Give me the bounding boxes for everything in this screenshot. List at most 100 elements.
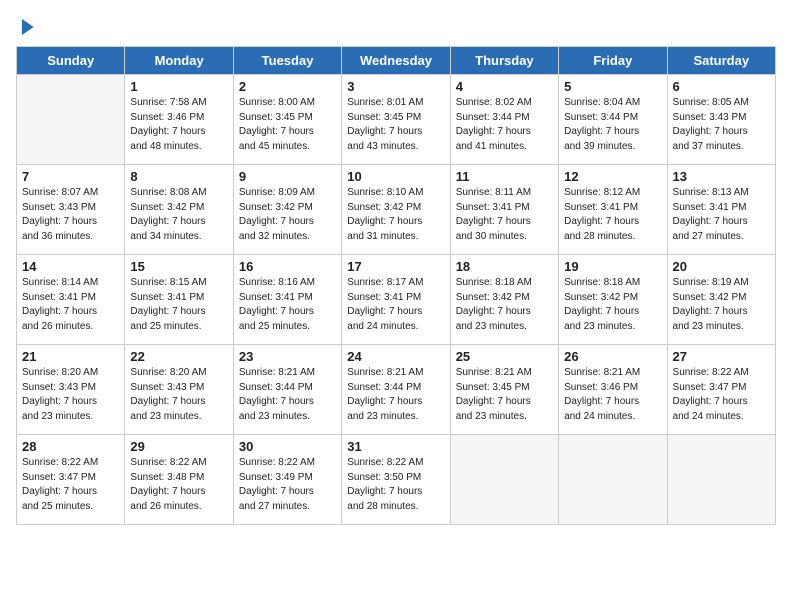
day-cell: 15Sunrise: 8:15 AM Sunset: 3:41 PM Dayli… bbox=[125, 255, 233, 345]
day-cell: 18Sunrise: 8:18 AM Sunset: 3:42 PM Dayli… bbox=[450, 255, 558, 345]
day-cell bbox=[559, 435, 667, 525]
day-number: 5 bbox=[564, 79, 661, 94]
day-number: 4 bbox=[456, 79, 553, 94]
day-info: Sunrise: 8:11 AM Sunset: 3:41 PM Dayligh… bbox=[456, 186, 553, 244]
day-number: 11 bbox=[456, 169, 553, 184]
day-header-tuesday: Tuesday bbox=[233, 47, 341, 75]
day-cell: 30 Sunrise: 8:22 AM Sunset: 3:49 PM Dayli… bbox=[233, 435, 341, 525]
week-row-4: 21Sunrise: 8:20 AM Sunset: 3:43 PM Dayli… bbox=[17, 345, 776, 435]
day-header-thursday: Thursday bbox=[450, 47, 558, 75]
day-cell: 23 Sunrise: 8:21 AM Sunset: 3:44 PM Dayli… bbox=[233, 345, 341, 435]
day-cell: 10 Sunrise: 8:10 AM Sunset: 3:42 PM Dayli… bbox=[342, 165, 450, 255]
day-cell: 22 Sunrise: 8:20 AM Sunset: 3:43 PM Dayli… bbox=[125, 345, 233, 435]
day-cell: 27 Sunrise: 8:22 AM Sunset: 3:47 PM Dayli… bbox=[667, 345, 775, 435]
week-row-1: 1 Sunrise: 7:58 AM Sunset: 3:46 PM Daylig… bbox=[17, 75, 776, 165]
day-info: Sunrise: 8:08 AM Sunset: 3:42 PM Dayligh… bbox=[130, 186, 227, 244]
day-info: Sunrise: 8:20 AM Sunset: 3:43 PM Dayligh… bbox=[130, 366, 227, 424]
day-number: 12 bbox=[564, 169, 661, 184]
day-info: Sunrise: 8:12 AM Sunset: 3:41 PM Dayligh… bbox=[564, 186, 661, 244]
day-info: Sunrise: 8:21 AM Sunset: 3:46 PM Dayligh… bbox=[564, 366, 661, 424]
day-info: Sunrise: 8:18 AM Sunset: 3:42 PM Dayligh… bbox=[564, 276, 661, 334]
day-info: Sunrise: 8:01 AM Sunset: 3:45 PM Dayligh… bbox=[347, 96, 444, 154]
day-cell: 1 Sunrise: 7:58 AM Sunset: 3:46 PM Daylig… bbox=[125, 75, 233, 165]
day-number: 10 bbox=[347, 169, 444, 184]
day-info: Sunrise: 8:02 AM Sunset: 3:44 PM Dayligh… bbox=[456, 96, 553, 154]
day-info: Sunrise: 8:09 AM Sunset: 3:42 PM Dayligh… bbox=[239, 186, 336, 244]
day-cell: 3 Sunrise: 8:01 AM Sunset: 3:45 PM Daylig… bbox=[342, 75, 450, 165]
day-info: Sunrise: 8:21 AM Sunset: 3:44 PM Dayligh… bbox=[239, 366, 336, 424]
day-info: Sunrise: 8:22 AM Sunset: 3:49 PM Dayligh… bbox=[239, 456, 336, 514]
day-cell: 14 Sunrise: 8:14 AM Sunset: 3:41 PM Dayli… bbox=[17, 255, 125, 345]
day-info: Sunrise: 8:22 AM Sunset: 3:50 PM Dayligh… bbox=[347, 456, 444, 514]
day-info: Sunrise: 8:17 AM Sunset: 3:41 PM Dayligh… bbox=[347, 276, 444, 334]
day-cell: 11 Sunrise: 8:11 AM Sunset: 3:41 PM Dayli… bbox=[450, 165, 558, 255]
week-row-5: 28 Sunrise: 8:22 AM Sunset: 3:47 PM Dayli… bbox=[17, 435, 776, 525]
day-cell: 17 Sunrise: 8:17 AM Sunset: 3:41 PM Dayli… bbox=[342, 255, 450, 345]
day-header-sunday: Sunday bbox=[17, 47, 125, 75]
day-cell: 20 Sunrise: 8:19 AM Sunset: 3:42 PM Dayli… bbox=[667, 255, 775, 345]
day-info: Sunrise: 8:21 AM Sunset: 3:44 PM Dayligh… bbox=[347, 366, 444, 424]
day-header-monday: Monday bbox=[125, 47, 233, 75]
calendar-body: 1 Sunrise: 7:58 AM Sunset: 3:46 PM Daylig… bbox=[17, 75, 776, 525]
day-info: Sunrise: 8:19 AM Sunset: 3:42 PM Dayligh… bbox=[673, 276, 770, 334]
day-number: 30 bbox=[239, 439, 336, 454]
day-cell: 13 Sunrise: 8:13 AM Sunset: 3:41 PM Dayli… bbox=[667, 165, 775, 255]
day-number: 29 bbox=[130, 439, 227, 454]
day-cell: 8Sunrise: 8:08 AM Sunset: 3:42 PM Daylig… bbox=[125, 165, 233, 255]
day-cell: 28 Sunrise: 8:22 AM Sunset: 3:47 PM Dayli… bbox=[17, 435, 125, 525]
day-info: Sunrise: 8:13 AM Sunset: 3:41 PM Dayligh… bbox=[673, 186, 770, 244]
week-row-2: 7 Sunrise: 8:07 AM Sunset: 3:43 PM Daylig… bbox=[17, 165, 776, 255]
day-number: 7 bbox=[22, 169, 119, 184]
day-cell: 29Sunrise: 8:22 AM Sunset: 3:48 PM Dayli… bbox=[125, 435, 233, 525]
calendar-table: SundayMondayTuesdayWednesdayThursdayFrid… bbox=[16, 46, 776, 525]
day-cell: 16 Sunrise: 8:16 AM Sunset: 3:41 PM Dayli… bbox=[233, 255, 341, 345]
day-cell: 24 Sunrise: 8:21 AM Sunset: 3:44 PM Dayli… bbox=[342, 345, 450, 435]
day-info: Sunrise: 8:10 AM Sunset: 3:42 PM Dayligh… bbox=[347, 186, 444, 244]
day-header-saturday: Saturday bbox=[667, 47, 775, 75]
day-cell bbox=[17, 75, 125, 165]
day-cell: 12 Sunrise: 8:12 AM Sunset: 3:41 PM Dayli… bbox=[559, 165, 667, 255]
day-cell: 2Sunrise: 8:00 AM Sunset: 3:45 PM Daylig… bbox=[233, 75, 341, 165]
day-cell: 31 Sunrise: 8:22 AM Sunset: 3:50 PM Dayli… bbox=[342, 435, 450, 525]
day-cell bbox=[667, 435, 775, 525]
day-info: Sunrise: 8:20 AM Sunset: 3:43 PM Dayligh… bbox=[22, 366, 119, 424]
day-info: Sunrise: 8:14 AM Sunset: 3:41 PM Dayligh… bbox=[22, 276, 119, 334]
day-number: 1 bbox=[130, 79, 227, 94]
day-header-wednesday: Wednesday bbox=[342, 47, 450, 75]
day-number: 28 bbox=[22, 439, 119, 454]
day-cell: 21Sunrise: 8:20 AM Sunset: 3:43 PM Dayli… bbox=[17, 345, 125, 435]
day-info: Sunrise: 7:58 AM Sunset: 3:46 PM Dayligh… bbox=[130, 96, 227, 154]
week-row-3: 14 Sunrise: 8:14 AM Sunset: 3:41 PM Dayli… bbox=[17, 255, 776, 345]
page-header bbox=[16, 16, 776, 38]
day-number: 24 bbox=[347, 349, 444, 364]
day-cell: 4 Sunrise: 8:02 AM Sunset: 3:44 PM Daylig… bbox=[450, 75, 558, 165]
day-number: 9 bbox=[239, 169, 336, 184]
day-info: Sunrise: 8:15 AM Sunset: 3:41 PM Dayligh… bbox=[130, 276, 227, 334]
day-cell: 9 Sunrise: 8:09 AM Sunset: 3:42 PM Daylig… bbox=[233, 165, 341, 255]
day-number: 27 bbox=[673, 349, 770, 364]
day-info: Sunrise: 8:16 AM Sunset: 3:41 PM Dayligh… bbox=[239, 276, 336, 334]
day-number: 22 bbox=[130, 349, 227, 364]
day-info: Sunrise: 8:04 AM Sunset: 3:44 PM Dayligh… bbox=[564, 96, 661, 154]
day-cell: 7 Sunrise: 8:07 AM Sunset: 3:43 PM Daylig… bbox=[17, 165, 125, 255]
day-info: Sunrise: 8:22 AM Sunset: 3:47 PM Dayligh… bbox=[22, 456, 119, 514]
day-number: 25 bbox=[456, 349, 553, 364]
day-number: 3 bbox=[347, 79, 444, 94]
day-number: 23 bbox=[239, 349, 336, 364]
day-cell: 5 Sunrise: 8:04 AM Sunset: 3:44 PM Daylig… bbox=[559, 75, 667, 165]
day-number: 19 bbox=[564, 259, 661, 274]
day-number: 13 bbox=[673, 169, 770, 184]
day-number: 20 bbox=[673, 259, 770, 274]
day-number: 31 bbox=[347, 439, 444, 454]
day-number: 26 bbox=[564, 349, 661, 364]
day-info: Sunrise: 8:22 AM Sunset: 3:47 PM Dayligh… bbox=[673, 366, 770, 424]
day-number: 2 bbox=[239, 79, 336, 94]
day-number: 6 bbox=[673, 79, 770, 94]
day-info: Sunrise: 8:07 AM Sunset: 3:43 PM Dayligh… bbox=[22, 186, 119, 244]
calendar-header-row: SundayMondayTuesdayWednesdayThursdayFrid… bbox=[17, 47, 776, 75]
day-number: 17 bbox=[347, 259, 444, 274]
logo bbox=[16, 16, 42, 38]
day-number: 14 bbox=[22, 259, 119, 274]
day-info: Sunrise: 8:18 AM Sunset: 3:42 PM Dayligh… bbox=[456, 276, 553, 334]
day-number: 16 bbox=[239, 259, 336, 274]
